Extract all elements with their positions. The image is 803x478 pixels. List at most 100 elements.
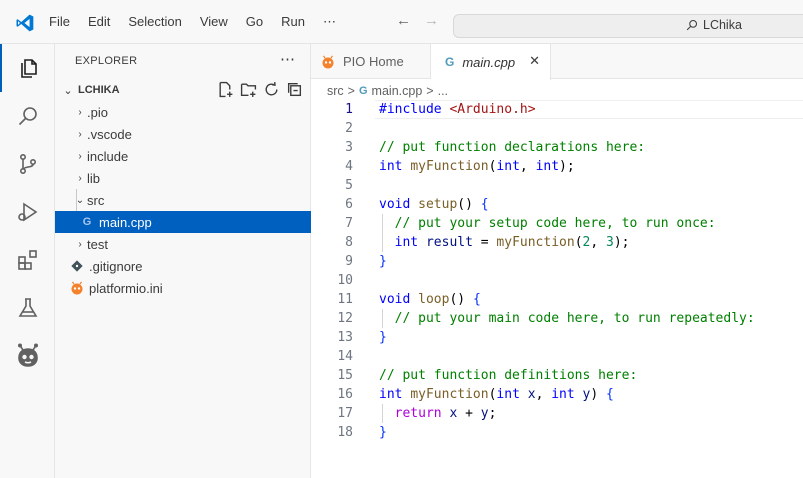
code-token: void xyxy=(379,292,411,307)
new-file-icon[interactable] xyxy=(217,81,234,98)
search-text: LChika xyxy=(703,18,742,32)
title-bar: File Edit Selection View Go Run ⋯ ← → LC… xyxy=(0,0,803,44)
tree-item-label: .pio xyxy=(87,104,108,120)
line-number: 11 xyxy=(337,292,353,307)
workspace-section-header[interactable]: ⌄ LCHIKA xyxy=(55,79,311,101)
new-folder-icon[interactable] xyxy=(240,81,257,98)
code-text: // put your main code here, to run repea… xyxy=(379,309,755,328)
chevron-right-icon: › xyxy=(78,238,82,250)
cpp-file-icon: G xyxy=(445,55,455,69)
code-token: int xyxy=(496,387,520,402)
tree-item-vscode[interactable]: › .vscode xyxy=(55,123,311,145)
tree-item-main-cpp[interactable]: G main.cpp xyxy=(55,211,311,233)
code-line[interactable]: 4 int myFunction(int, int); xyxy=(311,157,803,176)
line-number: 12 xyxy=(337,311,353,326)
line-number: 2 xyxy=(345,121,353,136)
collapse-all-icon[interactable] xyxy=(286,81,303,98)
menu-more[interactable]: ⋯ xyxy=(314,0,345,44)
code-line[interactable]: 14 xyxy=(311,347,803,366)
code-text: } xyxy=(379,252,387,271)
tree-item-pio[interactable]: › .pio xyxy=(55,101,311,123)
code-token: + xyxy=(457,406,481,421)
code-token: = xyxy=(472,235,497,250)
tree-item-test[interactable]: › test xyxy=(55,233,311,255)
code-text: int result = myFunction(2, 3); xyxy=(379,233,630,252)
close-icon[interactable]: ✕ xyxy=(529,53,540,69)
tree-item-gitignore[interactable]: .gitignore xyxy=(55,255,311,277)
code-line[interactable]: 9} xyxy=(311,252,803,271)
menu-bar: File Edit Selection View Go Run ⋯ xyxy=(40,0,345,44)
code-line[interactable]: 18} xyxy=(311,423,803,442)
chevron-down-icon: ⌄ xyxy=(75,194,85,206)
breadcrumb-symbol[interactable]: ... xyxy=(438,84,448,98)
line-number: 4 xyxy=(345,159,353,174)
code-line[interactable]: 3 // put function declarations here: xyxy=(311,138,803,157)
code-line[interactable]: 11 void loop() { xyxy=(311,290,803,309)
tree-item-include[interactable]: › include xyxy=(55,145,311,167)
code-line[interactable]: 7 // put your setup code here, to run on… xyxy=(311,214,803,233)
forward-arrow-icon[interactable]: → xyxy=(424,12,439,29)
code-line[interactable]: 13} xyxy=(311,328,803,347)
code-line[interactable]: 15 // put function definitions here: xyxy=(311,366,803,385)
menu-run[interactable]: Run xyxy=(272,0,314,44)
tree-item-src[interactable]: ⌄ src xyxy=(55,189,311,211)
code-token: // put function definitions here: xyxy=(379,368,638,383)
menu-file[interactable]: File xyxy=(40,0,79,44)
code-token: 3 xyxy=(606,235,614,250)
tab-main-cpp[interactable]: G main.cpp ✕ xyxy=(431,44,551,80)
code-token: <Arduino.h> xyxy=(449,102,536,117)
editor-tab-bar: PIO Home G main.cpp ✕ xyxy=(311,44,803,80)
code-line[interactable]: 1 #include <Arduino.h> xyxy=(311,100,803,119)
menu-edit[interactable]: Edit xyxy=(79,0,119,44)
source-control-icon[interactable] xyxy=(0,140,55,188)
code-line[interactable]: 12 // put your main code here, to run re… xyxy=(311,309,803,328)
code-line[interactable]: 5 xyxy=(311,176,803,195)
tree-item-platformio-ini[interactable]: platformio.ini xyxy=(55,277,311,299)
breadcrumb-folder[interactable]: src xyxy=(327,84,344,98)
code-token: int xyxy=(394,235,419,250)
code-editor[interactable]: 1 #include <Arduino.h> 2 3 // put function d… xyxy=(311,100,803,478)
menu-go[interactable]: Go xyxy=(237,0,272,44)
menu-selection[interactable]: Selection xyxy=(119,0,190,44)
platformio-icon[interactable] xyxy=(0,332,55,380)
code-line[interactable]: 10 xyxy=(311,271,803,290)
refresh-icon[interactable] xyxy=(263,81,280,98)
tree-item-label: .vscode xyxy=(87,126,132,142)
code-token: x xyxy=(527,387,536,402)
code-line[interactable]: 17 return x + y; xyxy=(311,404,803,423)
breadcrumb-file[interactable]: main.cpp xyxy=(372,84,423,98)
chevron-right-icon: › xyxy=(78,106,82,118)
line-number: 9 xyxy=(345,254,353,269)
explorer-icon[interactable] xyxy=(0,44,55,92)
back-arrow-icon[interactable]: ← xyxy=(396,12,411,29)
explorer-more-icon[interactable]: ⋯ xyxy=(280,50,296,68)
tab-pio-home[interactable]: PIO Home xyxy=(311,44,431,79)
code-line[interactable]: 6 void setup() { xyxy=(311,195,803,214)
run-debug-icon[interactable] xyxy=(0,188,55,236)
code-token: // put your main code here, to run repea… xyxy=(394,311,755,326)
tree-item-lib[interactable]: › lib xyxy=(55,167,311,189)
command-center-search[interactable]: LChika xyxy=(453,14,803,38)
code-text: } xyxy=(379,423,387,442)
code-line[interactable]: 16 int myFunction(int x, int y) { xyxy=(311,385,803,404)
code-text: int myFunction(int, int); xyxy=(379,157,575,176)
code-text: return x + y; xyxy=(379,404,497,423)
code-token: loop xyxy=(418,292,450,307)
line-number: 7 xyxy=(345,216,353,231)
code-token: result xyxy=(425,235,473,250)
extensions-icon[interactable] xyxy=(0,236,55,284)
code-line[interactable]: 8 int result = myFunction(2, 3); xyxy=(311,233,803,252)
menu-view[interactable]: View xyxy=(191,0,237,44)
code-token: int xyxy=(551,387,575,402)
code-line[interactable]: 2 xyxy=(311,119,803,138)
vscode-logo-icon[interactable] xyxy=(14,13,36,33)
search-icon[interactable] xyxy=(0,92,55,140)
testing-icon[interactable] xyxy=(0,284,55,332)
